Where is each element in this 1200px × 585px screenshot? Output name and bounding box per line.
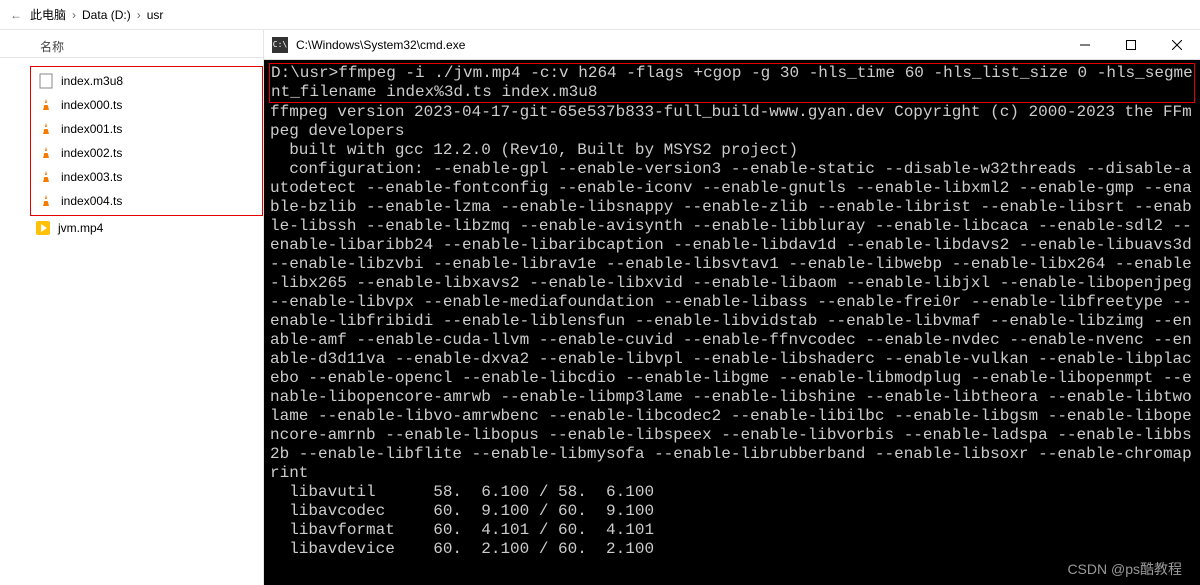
- minimize-button[interactable]: [1062, 30, 1108, 59]
- highlighted-command: D:\usr>ffmpeg -i ./jvm.mp4 -c:v h264 -fl…: [269, 63, 1195, 103]
- vlc-icon: [37, 168, 55, 186]
- media-play-icon: [34, 219, 52, 237]
- file-label: jvm.mp4: [58, 221, 103, 235]
- window-titlebar: C:\ C:\Windows\System32\cmd.exe: [264, 30, 1200, 60]
- file-item[interactable]: index001.ts: [33, 117, 260, 141]
- file-item[interactable]: index004.ts: [33, 189, 260, 213]
- vlc-icon: [37, 192, 55, 210]
- cmd-window: C:\ C:\Windows\System32\cmd.exe D:\usr>f…: [264, 30, 1200, 585]
- file-item[interactable]: jvm.mp4: [30, 216, 263, 240]
- file-list: index.m3u8 index000.ts index001.ts: [0, 58, 263, 240]
- close-button[interactable]: [1154, 30, 1200, 59]
- terminal-text: ffmpeg version 2023-04-17-git-65e537b833…: [270, 103, 1200, 558]
- terminal-output[interactable]: D:\usr>ffmpeg -i ./jvm.mp4 -c:v h264 -fl…: [264, 60, 1200, 585]
- back-button[interactable]: ←: [4, 8, 28, 22]
- vlc-icon: [37, 144, 55, 162]
- breadcrumb-item[interactable]: Data (D:): [80, 8, 133, 22]
- file-item[interactable]: index.m3u8: [33, 69, 260, 93]
- column-header-name[interactable]: 名称: [0, 36, 263, 58]
- breadcrumb-sep: ›: [68, 8, 80, 22]
- file-label: index.m3u8: [61, 74, 123, 88]
- file-item[interactable]: index003.ts: [33, 165, 260, 189]
- file-item[interactable]: index000.ts: [33, 93, 260, 117]
- file-label: index003.ts: [61, 170, 122, 184]
- breadcrumb-sep: ›: [133, 8, 145, 22]
- highlighted-files-box: index.m3u8 index000.ts index001.ts: [30, 66, 263, 216]
- vlc-icon: [37, 96, 55, 114]
- breadcrumb: ← 此电脑 › Data (D:) › usr: [0, 0, 1200, 30]
- breadcrumb-item[interactable]: usr: [145, 8, 166, 22]
- file-icon: [37, 72, 55, 90]
- file-label: index001.ts: [61, 122, 122, 136]
- file-label: index004.ts: [61, 194, 122, 208]
- file-label: index000.ts: [61, 98, 122, 112]
- vlc-icon: [37, 120, 55, 138]
- window-title: C:\Windows\System32\cmd.exe: [296, 38, 1062, 52]
- breadcrumb-item[interactable]: 此电脑: [28, 6, 68, 23]
- file-item[interactable]: index002.ts: [33, 141, 260, 165]
- maximize-button[interactable]: [1108, 30, 1154, 59]
- cmd-app-icon: C:\: [272, 37, 288, 53]
- file-label: index002.ts: [61, 146, 122, 160]
- file-explorer-panel: 名称 index.m3u8 index000.ts: [0, 30, 264, 585]
- watermark-text: CSDN @ps酷教程: [1067, 560, 1182, 579]
